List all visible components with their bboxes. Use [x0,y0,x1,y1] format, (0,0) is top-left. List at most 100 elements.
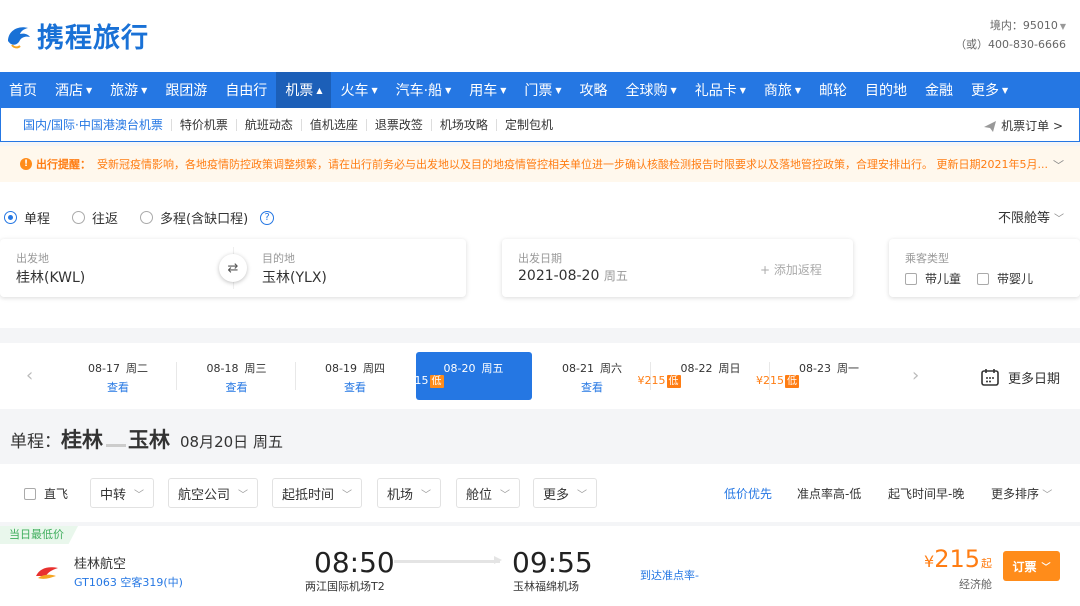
price-text: 查看 [107,381,129,394]
nav-item-6[interactable]: 火车 ▼ [331,72,386,108]
sort-option-0[interactable]: 低价优先 [724,485,772,502]
nav-item-17[interactable]: 更多 ▼ [962,72,1017,108]
warning-icon: ! [20,158,32,170]
nav-item-16[interactable]: 金融 [916,72,962,108]
ctrip-logo[interactable]: 携程旅行 [4,16,149,55]
date-cell-08-20[interactable]: 08-20 周五 ¥215 低 [401,352,532,400]
nav-item-4[interactable]: 自由行 [216,72,276,108]
subnav-item-2[interactable]: 航班动态 [237,118,302,131]
nav-item-label: 更多 [971,83,1000,99]
sort-option-1[interactable]: 准点率高-低 [797,485,861,502]
book-button[interactable]: 订票 ﹀ [1003,551,1060,581]
date-text: 08-18 [206,362,239,375]
more-dates-button[interactable]: 更多日期 [980,367,1060,387]
nav-item-10[interactable]: 攻略 [571,72,617,108]
passenger-type-label: 乘客类型 [905,252,949,265]
subnav-item-1[interactable]: 特价机票 [172,118,237,131]
departure-airport-name: 两江国际机场 [305,580,371,593]
nav-item-15[interactable]: 目的地 [856,72,916,108]
date-cell-price: ¥215 低 [756,374,799,388]
flight-arrow [394,556,502,564]
low-price-badge: 低 [666,375,681,388]
filter-dropdown-2[interactable]: 起抵时间 ﹀ [272,478,363,508]
nav-item-13[interactable]: 商旅 ▼ [755,72,810,108]
filter-dropdown-3[interactable]: 机场 ﹀ [377,478,442,508]
swap-icon[interactable]: ⇄ [219,254,247,282]
date-cell-08-18[interactable]: 08-18 周三 查看 [179,352,296,400]
cabin-class-select[interactable]: 不限舱等 ﹀ [998,207,1064,226]
date-text: 08-23 [799,362,831,375]
nav-item-label: 用车 [469,83,498,99]
date-cell-08-23[interactable]: 08-23 周一 ¥215 低 [756,352,887,400]
caret-down-icon: ▼ [739,85,746,95]
sort-label: 低价优先 [724,487,773,501]
date-cell-08-17[interactable]: 08-17 周二 查看 [60,352,177,400]
flight-number[interactable]: GT1063 空客319(中) [74,574,183,590]
airline-name: 桂林航空 [74,557,127,572]
to-field[interactable]: 目的地 玉林(YLX) [248,239,466,297]
subnav-item-3[interactable]: 值机选座 [302,118,367,131]
direct-flight-checkbox[interactable]: 直飞 [24,485,68,502]
from-field[interactable]: 出发地 桂林(KWL) [0,239,220,297]
filter-dropdown-5[interactable]: 更多 ﹀ [533,478,598,508]
trip-type-radio-1[interactable]: 往返 [72,208,118,227]
trip-type-radio-2[interactable]: 多程(含缺口程) [140,208,248,227]
nav-item-11[interactable]: 全球购 ▼ [617,72,686,108]
sort-option-2[interactable]: 起飞时间早-晚 [888,485,964,502]
trip-type-radio-0[interactable]: 单程 [4,208,50,227]
passenger-type-box: 乘客类型 带儿童 带婴儿 [889,239,1080,297]
chevron-down-icon: ﹀ [1054,214,1064,225]
nav-item-label: 攻略 [579,83,608,99]
date-cell-08-22[interactable]: 08-22 周日 ¥215 低 [638,352,770,400]
nav-item-label: 旅游 [110,83,139,99]
flight-orders-link[interactable]: 机票订单 > [983,117,1063,134]
to-label: 目的地 [262,252,295,265]
nav-item-7[interactable]: 汽车·船 ▼ [387,72,461,108]
nav-item-3[interactable]: 跟团游 [156,72,216,108]
nav-item-1[interactable]: 酒店 ▼ [46,72,101,108]
filter-dropdown-0[interactable]: 中转 ﹀ [90,478,155,508]
subnav-item-5[interactable]: 机场攻略 [432,118,497,131]
filter-dropdown-1[interactable]: 航空公司 ﹀ [168,478,259,508]
help-icon[interactable]: ? [260,210,275,225]
nav-item-5[interactable]: 机票 ▲ [276,72,332,108]
add-return-button[interactable]: + 添加返程 [760,261,822,278]
date-cell-date: 08-19 周四 [297,360,413,376]
chevron-down-icon: ﹀ [1041,562,1051,573]
subnav-item-6[interactable]: 定制包机 [497,119,561,131]
price-text: ¥215 [637,374,666,387]
chevron-down-icon[interactable]: ﹀ [1053,157,1064,173]
date-text: 08-21 [562,362,594,375]
filter-label: 航空公司 [178,487,231,503]
chevron-down-icon: ﹀ [500,489,511,501]
flight-row[interactable]: 当日最低价 桂林航空 GT1063 空客319(中) 08:50 09:55 两… [0,526,1080,606]
nav-item-14[interactable]: 邮轮 [810,72,856,108]
nav-item-12[interactable]: 礼品卡 ▼ [686,72,755,108]
with-child-label: 带儿童 [925,272,962,286]
date-box[interactable]: 出发日期 2021-08-20 周五 + 添加返程 [502,239,853,297]
chevron-down-icon: ﹀ [421,489,432,501]
weekday-text: 周日 [718,362,741,375]
nav-item-9[interactable]: 门票 ▼ [515,72,570,108]
book-label: 订票 [1012,559,1037,574]
nav-item-label: 邮轮 [819,83,848,99]
price-currency: ¥ [924,552,935,571]
filter-dropdown-4[interactable]: 舱位 ﹀ [456,478,521,508]
caret-down-icon: ▼ [500,85,507,95]
chevron-right-icon[interactable]: › [912,365,919,386]
caret-down-icon[interactable]: ▼ [1060,22,1066,31]
nav-item-8[interactable]: 用车 ▼ [460,72,515,108]
nav-item-0[interactable]: 首页 [0,72,46,108]
sort-option-3[interactable]: 更多排序 ﹀ [991,485,1052,502]
with-infant-checkbox[interactable]: 带婴儿 [977,270,1033,287]
nav-item-label: 机票 [285,83,314,99]
caret-down-icon: ▼ [670,85,677,95]
subnav-item-0[interactable]: 国内/国际·中国港澳台机票 [15,118,172,131]
subnav-item-4[interactable]: 退票改签 [367,118,432,131]
nav-item-2[interactable]: 旅游 ▼ [101,72,156,108]
ontime-rate[interactable]: 到达准点率- [640,567,699,583]
with-child-checkbox[interactable]: 带儿童 [905,270,961,287]
date-cell-08-19[interactable]: 08-19 周四 查看 [297,352,413,400]
date-cell-08-21[interactable]: 08-21 周六 查看 [534,352,651,400]
chevron-left-icon[interactable]: ‹ [26,365,33,386]
